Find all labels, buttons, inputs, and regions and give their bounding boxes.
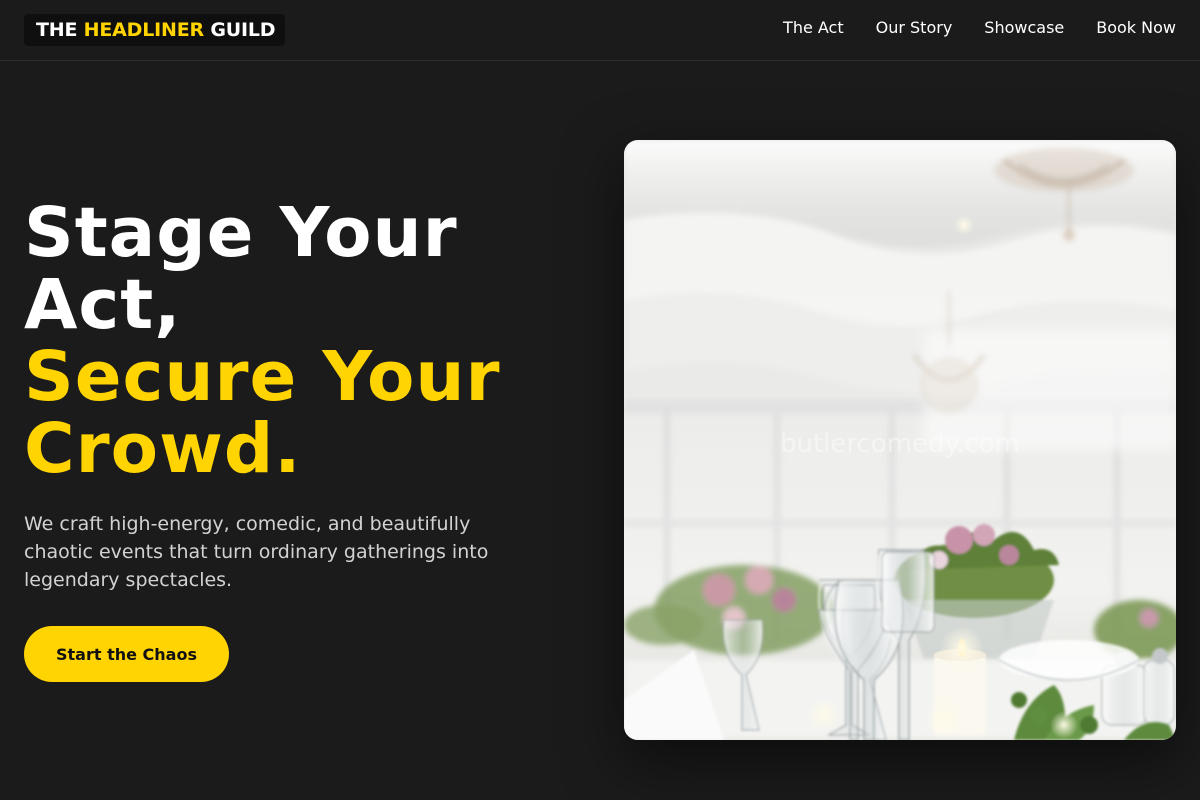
site-header: THE HEADLINER GUILD The Act Our Story Sh… [0, 0, 1200, 61]
logo-text-guild: GUILD [203, 19, 276, 41]
start-the-chaos-button[interactable]: Start the Chaos [24, 626, 229, 682]
headline-line-1: Stage Your [24, 193, 458, 273]
logo-text-the: THE [36, 19, 84, 41]
tealight-glow-3 [1050, 711, 1078, 739]
main-nav: The Act Our Story Showcase Book Now [783, 17, 1176, 39]
headline-line-3: Secure Your [24, 337, 501, 417]
nav-link-the-act[interactable]: The Act [783, 17, 844, 39]
hero-headline: Stage Your Act, Secure Your Crowd. [24, 197, 584, 485]
nav-link-showcase[interactable]: Showcase [984, 17, 1064, 39]
candle-light-glow [954, 215, 974, 235]
nav-link-our-story[interactable]: Our Story [876, 17, 953, 39]
tealight-glow-2 [926, 702, 962, 738]
hero-subtext: We craft high-energy, comedic, and beaut… [24, 513, 489, 591]
logo-text-headliner: HEADLINER [83, 19, 204, 41]
image-watermark: butlercomedy.com [780, 429, 1020, 459]
tealight-glow-1 [808, 699, 840, 731]
headline-line-2: Act, [24, 265, 182, 345]
nav-link-book-now[interactable]: Book Now [1096, 17, 1176, 39]
headline-line-4: Crowd. [24, 409, 302, 489]
site-logo[interactable]: THE HEADLINER GUILD [24, 14, 285, 46]
hero-image-wedding-table: butlercomedy.com [624, 140, 1176, 740]
